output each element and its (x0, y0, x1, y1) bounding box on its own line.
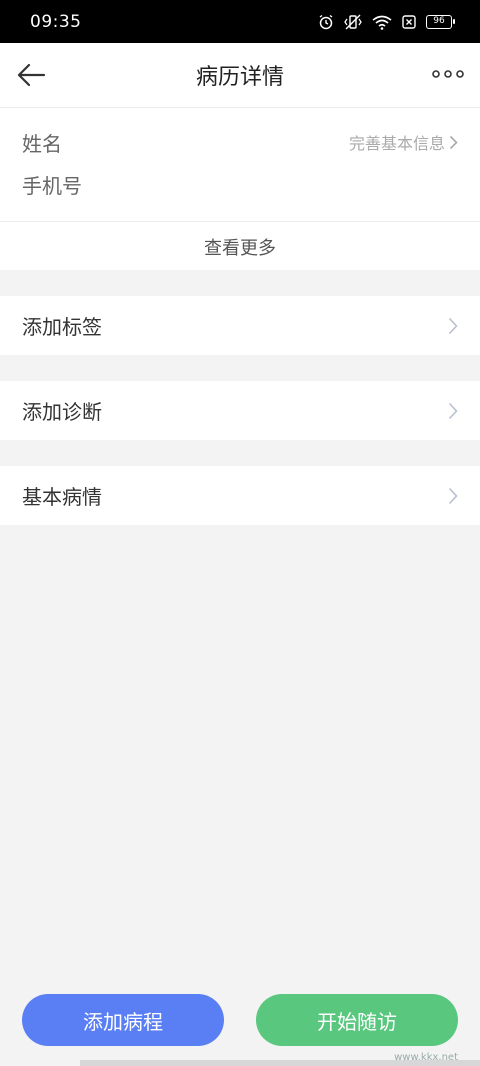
patient-name-label: 姓名 (22, 132, 62, 156)
row-label: 基本病情 (22, 485, 102, 509)
complete-info-label: 完善基本信息 (348, 134, 445, 153)
basic-condition-row[interactable]: 基本病情 (0, 466, 480, 525)
chevron-right-icon (448, 317, 458, 335)
sim-x-icon (402, 14, 416, 29)
patient-info-card: 姓名 手机号 完善基本信息 查看更多 (0, 107, 480, 270)
battery-icon: 96 (426, 14, 455, 29)
row-label: 添加诊断 (22, 400, 102, 424)
chevron-right-icon (448, 402, 458, 420)
wifi-icon (372, 15, 392, 30)
complete-info-link[interactable]: 完善基本信息 (349, 130, 458, 154)
header-bar: 病历详情 (0, 43, 480, 107)
alarm-icon (319, 14, 333, 29)
row-label: 添加标签 (22, 315, 102, 339)
add-diagnosis-row[interactable]: 添加诊断 (0, 381, 480, 440)
start-followup-button[interactable]: 开始随访 (256, 994, 458, 1046)
patient-phone-label: 手机号 (22, 174, 82, 198)
status-time: 09:35 (30, 11, 82, 32)
page-title: 病历详情 (195, 65, 284, 90)
chevron-right-icon (449, 135, 458, 149)
watermark: www.kkx.net (394, 1052, 458, 1063)
status-icons: 96 (318, 14, 455, 30)
more-dots-icon[interactable] (432, 67, 464, 81)
status-bar: 09:35 96 (0, 0, 480, 43)
arrow-left-icon[interactable] (16, 61, 48, 89)
view-more-button[interactable]: 查看更多 (0, 222, 480, 271)
add-tag-row[interactable]: 添加标签 (0, 296, 480, 355)
add-course-button[interactable]: 添加病程 (22, 994, 224, 1046)
chevron-right-icon (448, 487, 458, 505)
vibrate-icon (344, 14, 362, 29)
